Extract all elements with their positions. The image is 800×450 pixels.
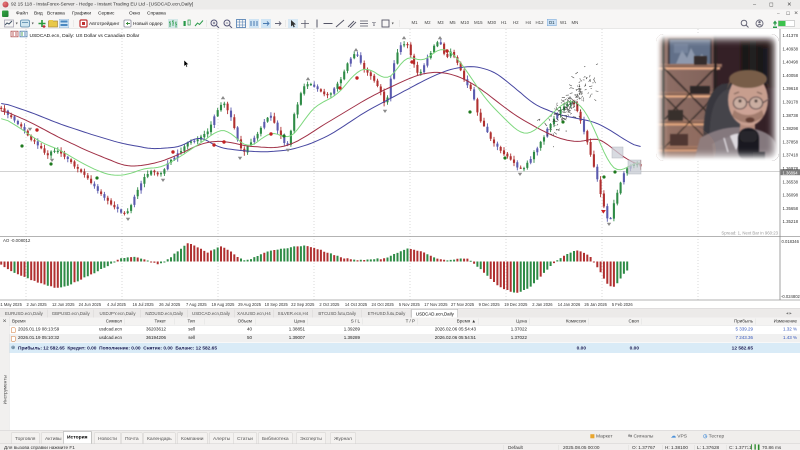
- svg-text:12 Jun 2025: 12 Jun 2025: [52, 302, 75, 307]
- svg-text:14 Jan 2026: 14 Jan 2026: [558, 302, 581, 307]
- svg-text:1.35658: 1.35658: [783, 206, 799, 211]
- svg-text:5 Feb 2026: 5 Feb 2026: [612, 302, 633, 307]
- svg-text:1.36894: 1.36894: [783, 170, 799, 175]
- svg-text:2 Jun 2025: 2 Jun 2025: [26, 302, 47, 307]
- svg-text:14 Oct 2025: 14 Oct 2025: [345, 302, 368, 307]
- svg-text:1.41378: 1.41378: [783, 33, 799, 38]
- svg-text:Spread: 1, Next Bar in 960:23: Spread: 1, Next Bar in 960:23: [721, 231, 778, 236]
- svg-text:19 Aug 2025: 19 Aug 2025: [211, 302, 235, 307]
- svg-text:10 Sep 2025: 10 Sep 2025: [265, 302, 289, 307]
- svg-text:26 Jan 2026: 26 Jan 2026: [584, 302, 607, 307]
- svg-text:4 Jul 2025: 4 Jul 2025: [107, 302, 127, 307]
- svg-text:26 Jul 2025: 26 Jul 2025: [159, 302, 181, 307]
- svg-text:7 Aug 2025: 7 Aug 2025: [186, 302, 207, 307]
- svg-text:1.39618: 1.39618: [783, 86, 799, 91]
- svg-text:22 Sep 2025: 22 Sep 2025: [291, 302, 315, 307]
- svg-text:24 Oct 2025: 24 Oct 2025: [372, 302, 395, 307]
- svg-text:1.39178: 1.39178: [783, 100, 799, 105]
- svg-text:1.37858: 1.37858: [783, 139, 799, 144]
- svg-text:1.40938: 1.40938: [783, 46, 799, 51]
- svg-text:24 Jun 2025: 24 Jun 2025: [79, 302, 102, 307]
- svg-text:16 Jul 2025: 16 Jul 2025: [133, 302, 155, 307]
- svg-text:1.36098: 1.36098: [783, 193, 799, 198]
- svg-text:9 Dec 2025: 9 Dec 2025: [479, 302, 501, 307]
- svg-text:1.37418: 1.37418: [783, 153, 799, 158]
- svg-text:19 Dec 2025: 19 Dec 2025: [504, 302, 528, 307]
- svg-text:29 Aug 2025: 29 Aug 2025: [238, 302, 262, 307]
- svg-text:1.36538: 1.36538: [783, 179, 799, 184]
- svg-text:1.38738: 1.38738: [783, 113, 799, 118]
- svg-text:1.38298: 1.38298: [783, 126, 799, 131]
- svg-text:-0.024802: -0.024802: [781, 294, 800, 299]
- svg-text:1.35218: 1.35218: [783, 219, 799, 224]
- svg-text:AO -0.008012: AO -0.008012: [3, 238, 31, 243]
- svg-text:5 Nov 2025: 5 Nov 2025: [399, 302, 421, 307]
- svg-text:2 Oct 2025: 2 Oct 2025: [319, 302, 340, 307]
- svg-text:USDCAD.ecn, Daily: US Dollar: USDCAD.ecn, Daily: US Dollar vs Canadian…: [30, 33, 140, 39]
- svg-text:31 May 2025: 31 May 2025: [0, 302, 23, 307]
- svg-text:2 Jan 2026: 2 Jan 2026: [532, 302, 553, 307]
- svg-text:1.40058: 1.40058: [783, 73, 799, 78]
- svg-text:17 Nov 2025: 17 Nov 2025: [424, 302, 448, 307]
- svg-text:1.40498: 1.40498: [783, 60, 799, 65]
- svg-text:27 Nov 2025: 27 Nov 2025: [451, 302, 475, 307]
- svg-text:0.018346: 0.018346: [782, 239, 800, 244]
